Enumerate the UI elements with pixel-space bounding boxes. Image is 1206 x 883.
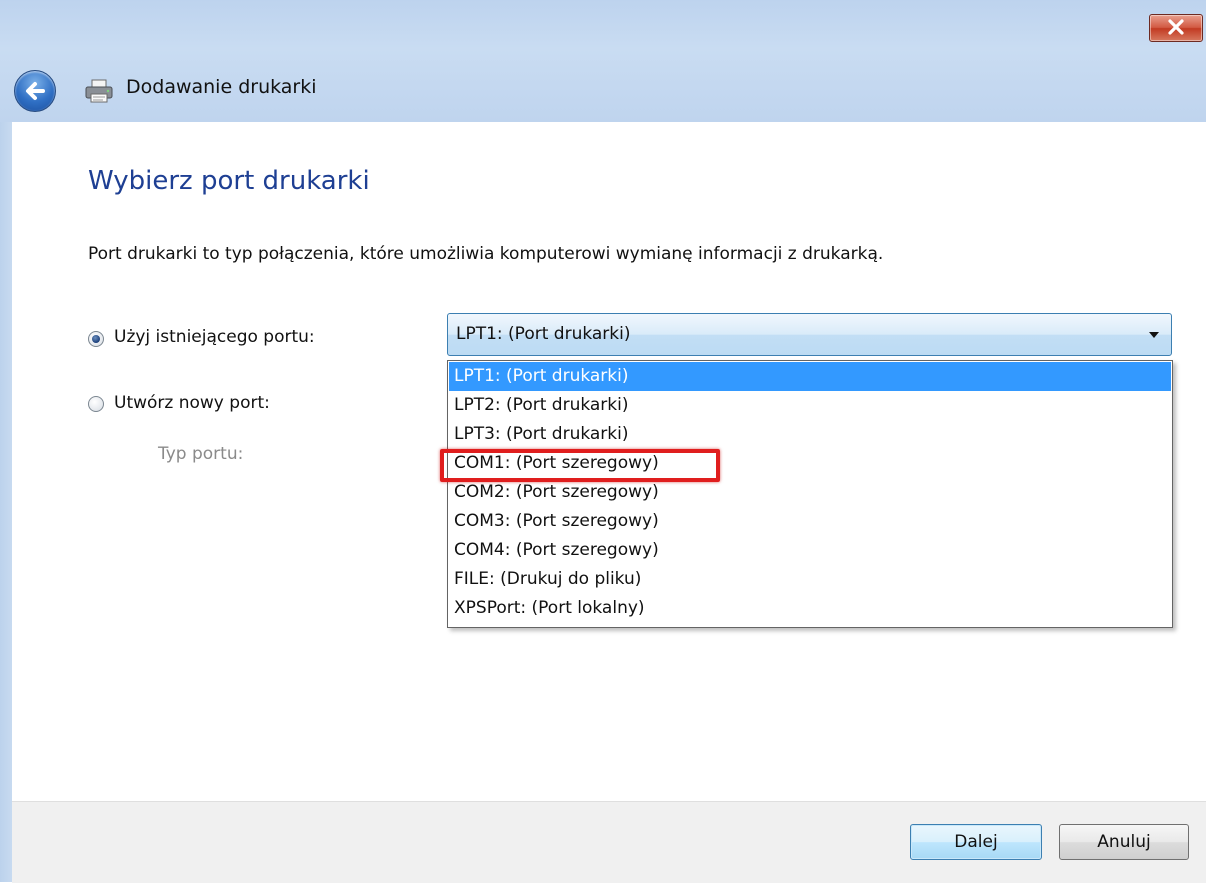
- use-existing-port-radio[interactable]: [88, 331, 104, 347]
- window-frame: [0, 122, 12, 882]
- page-description: Port drukarki to typ połączenia, które u…: [88, 244, 884, 264]
- dropdown-option[interactable]: LPT3: (Port drukarki): [449, 420, 1171, 449]
- title-bar: Dodawanie drukarki: [0, 0, 1206, 122]
- create-new-port-label[interactable]: Utwórz nowy port:: [114, 393, 270, 413]
- dropdown-option[interactable]: XPSPort: (Port lokalny): [449, 594, 1171, 623]
- close-button[interactable]: [1149, 14, 1203, 42]
- radio-selected-dot: [92, 335, 100, 343]
- create-new-port-radio[interactable]: [88, 396, 104, 412]
- dropdown-option[interactable]: FILE: (Drukuj do pliku): [449, 565, 1171, 594]
- close-icon: [1168, 19, 1184, 35]
- dropdown-option[interactable]: LPT1: (Port drukarki): [449, 362, 1171, 391]
- add-printer-window: Dodawanie drukarki Wybierz port drukarki…: [0, 0, 1206, 883]
- back-button[interactable]: [14, 70, 56, 112]
- dialog-footer: Dalej Anuluj: [12, 801, 1206, 883]
- window-title: Dodawanie drukarki: [126, 76, 317, 98]
- port-dropdown-list: LPT1: (Port drukarki) LPT2: (Port drukar…: [447, 360, 1173, 628]
- combobox-value: LPT1: (Port drukarki): [456, 324, 631, 344]
- next-button[interactable]: Dalej: [910, 824, 1042, 860]
- dropdown-option[interactable]: COM3: (Port szeregowy): [449, 507, 1171, 536]
- back-arrow-icon: [26, 82, 45, 100]
- chevron-down-icon[interactable]: [1148, 331, 1160, 339]
- page-title: Wybierz port drukarki: [88, 166, 370, 196]
- highlight-annotation: [440, 449, 720, 482]
- cancel-button[interactable]: Anuluj: [1059, 824, 1189, 860]
- existing-port-combobox[interactable]: LPT1: (Port drukarki): [447, 313, 1172, 356]
- use-existing-port-label[interactable]: Użyj istniejącego portu:: [114, 327, 315, 347]
- printer-icon: [85, 79, 113, 103]
- port-type-label: Typ portu:: [158, 444, 244, 464]
- dropdown-option[interactable]: COM2: (Port szeregowy): [449, 478, 1171, 507]
- dropdown-option[interactable]: COM4: (Port szeregowy): [449, 536, 1171, 565]
- dropdown-option[interactable]: LPT2: (Port drukarki): [449, 391, 1171, 420]
